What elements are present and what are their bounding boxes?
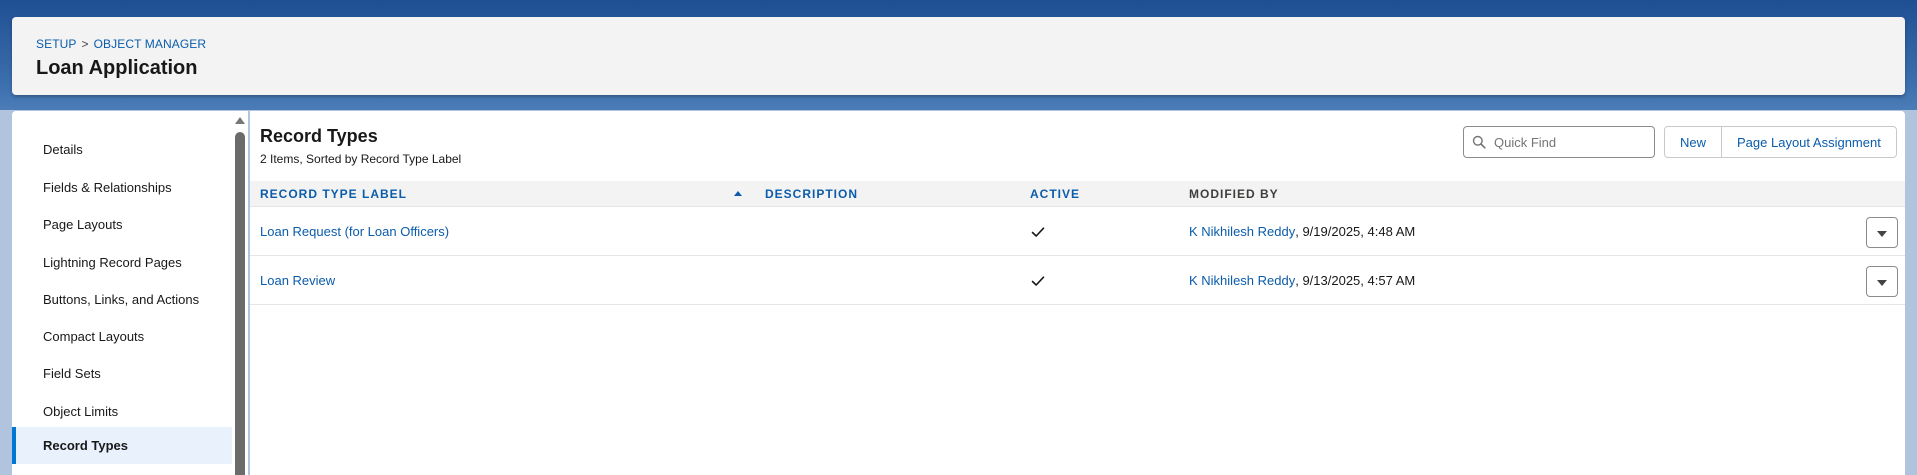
breadcrumb-separator: >: [81, 37, 89, 51]
sidebar-item-lightning-record-pages[interactable]: Lightning Record Pages: [12, 244, 232, 281]
scroll-thumb[interactable]: [235, 132, 245, 475]
column-record-type-label[interactable]: RECORD TYPE LABEL: [260, 181, 407, 207]
quick-find-input[interactable]: [1494, 134, 1644, 150]
sidebar-item-object-limits[interactable]: Object Limits: [12, 393, 232, 430]
column-description[interactable]: DESCRIPTION: [765, 181, 858, 207]
active-check-icon: [1030, 207, 1046, 256]
table-row: Loan Review K Nikhilesh Reddy, 9/13/2025…: [250, 256, 1905, 305]
sidebar-item-label: Object Limits: [43, 404, 119, 419]
sidebar-item-label: Details: [43, 142, 83, 157]
sort-ascending-icon[interactable]: [734, 191, 742, 196]
record-type-label-link[interactable]: Loan Review: [260, 256, 335, 305]
sidebar-item-fields-relationships[interactable]: Fields & Relationships: [12, 169, 232, 206]
modified-by-user-link[interactable]: K Nikhilesh Reddy: [1189, 224, 1295, 239]
new-button[interactable]: New: [1664, 126, 1723, 158]
search-icon: [1464, 127, 1494, 157]
row-actions-button[interactable]: [1866, 217, 1898, 248]
section-subtitle: 2 Items, Sorted by Record Type Label: [260, 152, 462, 166]
sidebar-item-compact-layouts[interactable]: Compact Layouts: [12, 318, 232, 355]
sidebar-item-label: Field Sets: [43, 366, 101, 381]
page-header: SETUP > OBJECT MANAGER Loan Application: [12, 17, 1905, 95]
sidebar-item-page-layouts[interactable]: Page Layouts: [12, 206, 232, 243]
table-header: RECORD TYPE LABEL DESCRIPTION ACTIVE MOD…: [250, 181, 1905, 207]
sidebar-item-label: Record Types: [43, 438, 129, 453]
sidebar-item-buttons-links-actions[interactable]: Buttons, Links, and Actions: [12, 281, 232, 318]
sidebar-item-record-types[interactable]: Record Types: [12, 427, 232, 464]
column-modified-by: MODIFIED BY: [1189, 187, 1279, 201]
sidebar-item-label: Compact Layouts: [43, 329, 145, 344]
sidebar-item-field-sets[interactable]: Field Sets: [12, 355, 232, 392]
header-actions: New Page Layout Assignment: [1664, 126, 1897, 158]
record-types-panel: Record Types 2 Items, Sorted by Record T…: [250, 111, 1905, 475]
scroll-up-arrow-icon[interactable]: [235, 117, 245, 124]
breadcrumb-setup[interactable]: SETUP: [36, 37, 77, 51]
quick-find-search[interactable]: [1463, 126, 1655, 158]
section-title: Record Types: [260, 126, 378, 146]
row-actions-button[interactable]: [1866, 266, 1898, 297]
sidebar-item-details[interactable]: Details: [12, 131, 232, 168]
modified-by-user-link[interactable]: K Nikhilesh Reddy: [1189, 273, 1295, 288]
record-type-label-link[interactable]: Loan Request (for Loan Officers): [260, 207, 449, 256]
sidebar-item-label: Page Layouts: [43, 217, 123, 232]
column-active[interactable]: ACTIVE: [1030, 181, 1080, 207]
breadcrumb: SETUP > OBJECT MANAGER: [36, 37, 206, 51]
sidebar-item-label: Lightning Record Pages: [43, 255, 182, 270]
chevron-down-icon: [1877, 224, 1887, 242]
sidebar-scrollbar[interactable]: [232, 111, 248, 475]
page-layout-assignment-button[interactable]: Page Layout Assignment: [1722, 126, 1897, 158]
breadcrumb-object-manager[interactable]: OBJECT MANAGER: [94, 37, 207, 51]
active-check-icon: [1030, 256, 1046, 305]
sidebar-item-label: Fields & Relationships: [43, 180, 172, 195]
table-row: Loan Request (for Loan Officers) K Nikhi…: [250, 207, 1905, 256]
modified-by: K Nikhilesh Reddy, 9/13/2025, 4:57 AM: [1189, 256, 1415, 305]
page-title: Loan Application: [36, 57, 198, 79]
sidebar-item-label: Buttons, Links, and Actions: [43, 292, 200, 307]
chevron-down-icon: [1877, 273, 1887, 291]
modified-by: K Nikhilesh Reddy, 9/19/2025, 4:48 AM: [1189, 207, 1415, 256]
modified-by-date: , 9/13/2025, 4:57 AM: [1295, 273, 1416, 288]
sidebar: Details Fields & Relationships Page Layo…: [12, 111, 232, 475]
modified-by-date: , 9/19/2025, 4:48 AM: [1295, 224, 1416, 239]
